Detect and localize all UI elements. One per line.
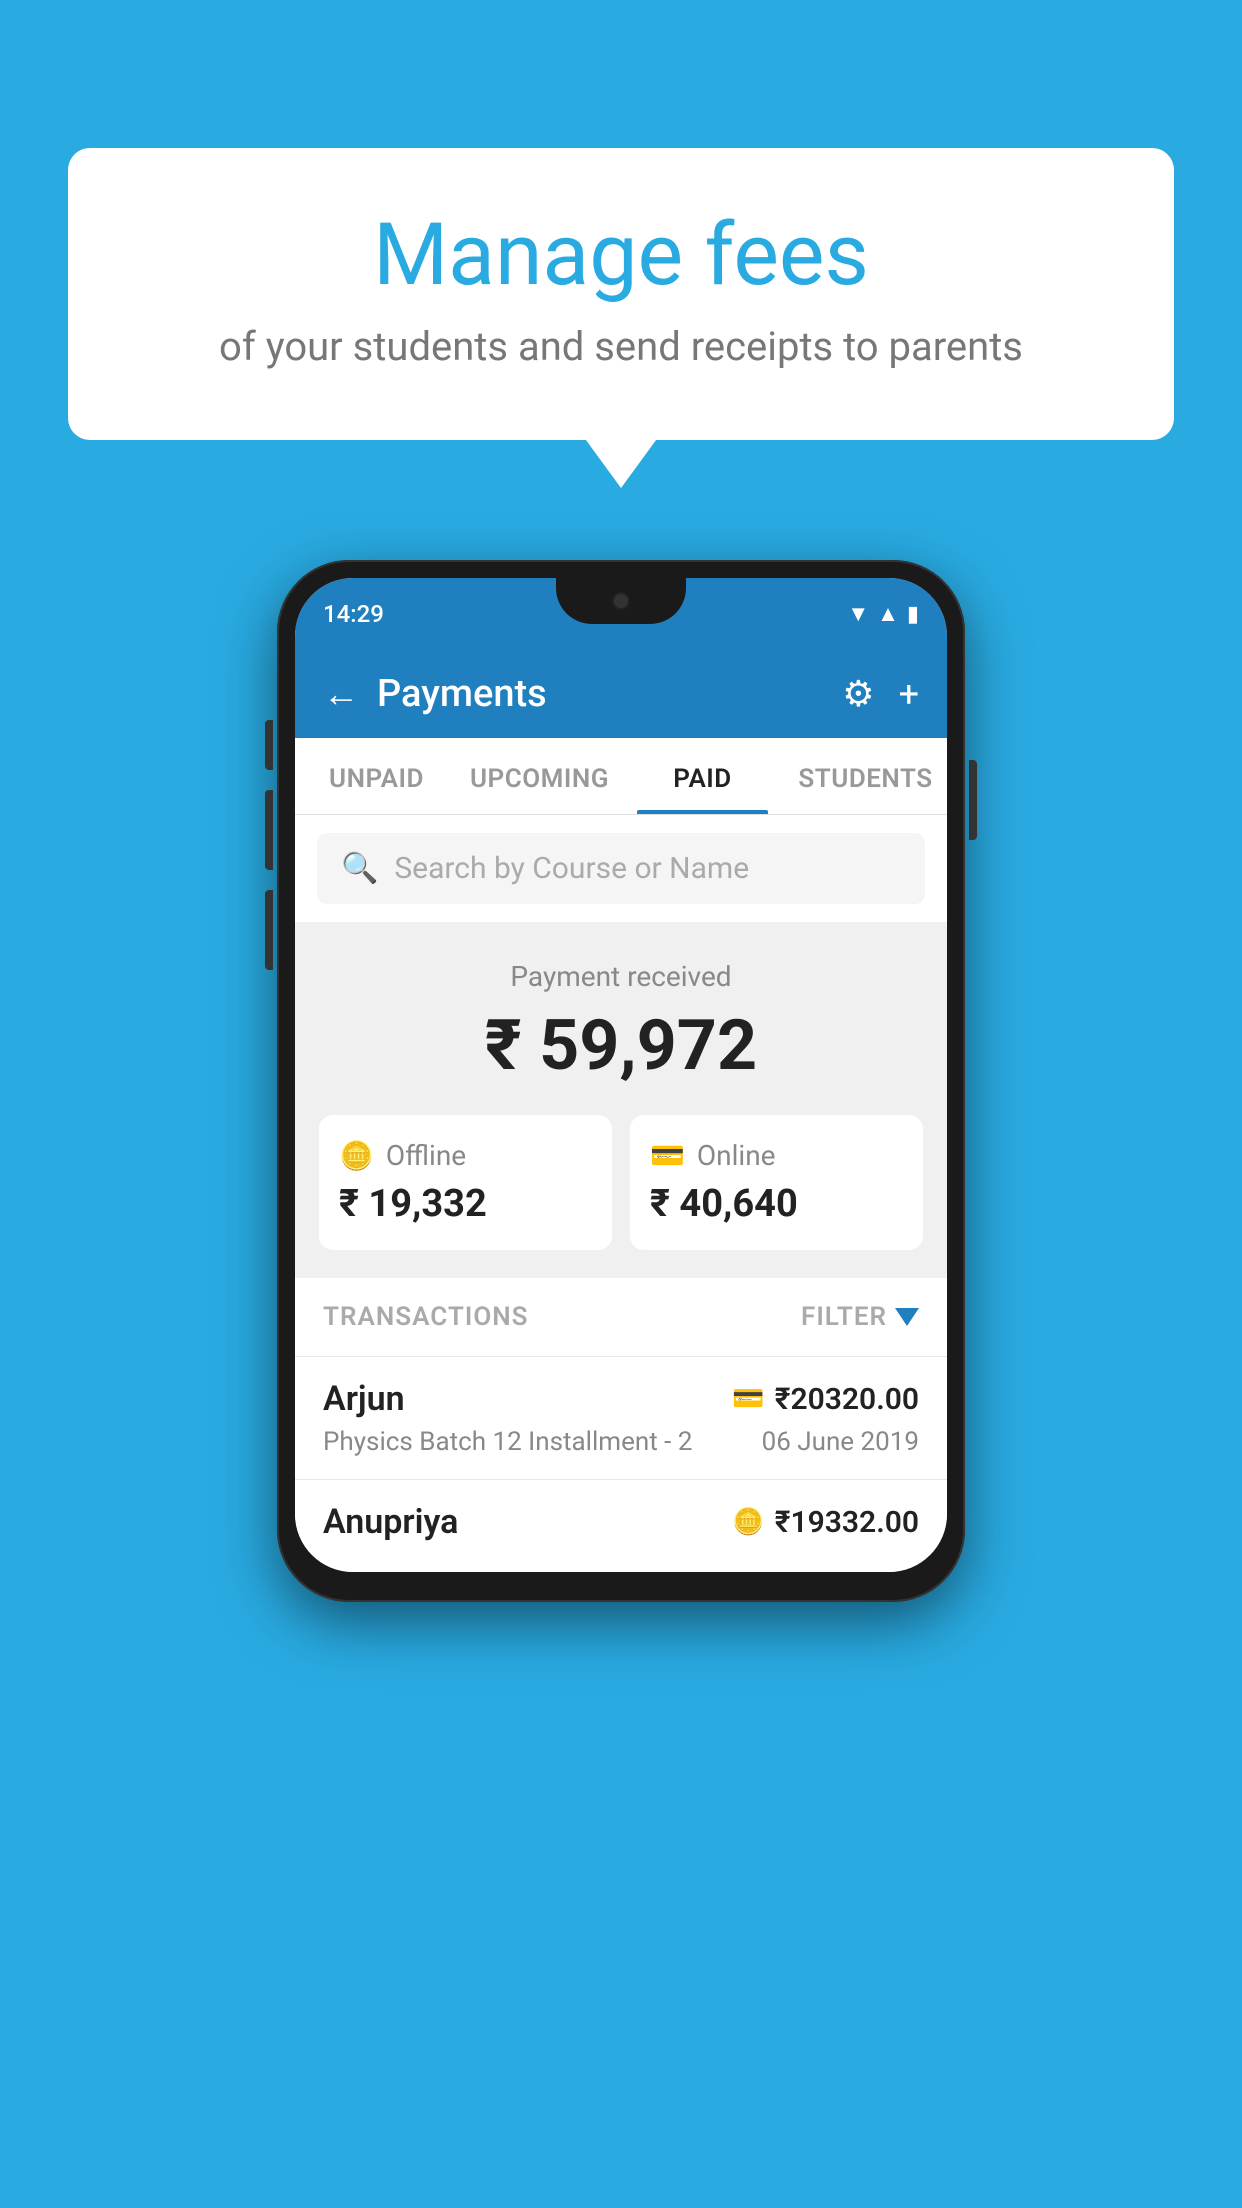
transaction-row-2[interactable]: Anupriya 🪙 ₹19332.00 [295,1479,947,1572]
filter-icon [895,1308,919,1326]
side-button-left-3 [265,890,273,970]
offline-payment-icon-2: 🪙 [732,1507,764,1537]
tab-students[interactable]: STUDENTS [784,738,947,814]
header-title: Payments [377,672,547,716]
transaction-right-2: 🪙 ₹19332.00 [732,1505,919,1540]
tabs-bar: UNPAID UPCOMING PAID STUDENTS [295,738,947,815]
payment-received-label: Payment received [319,960,923,993]
online-card: 💳 Online ₹ 40,640 [630,1115,923,1250]
course-info-1: Physics Batch 12 Installment - 2 [323,1427,692,1457]
offline-amount: ₹ 19,332 [339,1182,592,1226]
phone-wrapper: 14:29 ▼ ▲ ▮ ← Payments [277,560,965,1602]
notch [556,578,686,624]
side-button-left-1 [265,720,273,770]
transaction-right-1: 💳 ₹20320.00 [732,1382,919,1417]
camera [612,592,630,610]
side-button-left-2 [265,790,273,870]
offline-card-header: 🪙 Offline [339,1139,592,1172]
signal-icon: ▲ [877,601,899,627]
transaction-bottom-1: Physics Batch 12 Installment - 2 06 June… [323,1427,919,1457]
header-left: ← Payments [323,672,547,716]
header-right: ⚙ + [842,673,919,715]
transaction-amount-2: ₹19332.00 [775,1505,919,1540]
transactions-header: TRANSACTIONS FILTER [295,1278,947,1356]
payment-cards: 🪙 Offline ₹ 19,332 💳 Online ₹ 40,640 [319,1115,923,1250]
transactions-label: TRANSACTIONS [323,1302,529,1332]
online-card-header: 💳 Online [650,1139,903,1172]
search-box[interactable]: 🔍 Search by Course or Name [317,833,925,904]
app-header: ← Payments ⚙ + [295,650,947,738]
offline-card: 🪙 Offline ₹ 19,332 [319,1115,612,1250]
status-icons: ▼ ▲ ▮ [847,601,919,627]
speech-bubble: Manage fees of your students and send re… [68,148,1174,440]
transaction-top-2: Anupriya 🪙 ₹19332.00 [323,1502,919,1542]
transaction-top-1: Arjun 💳 ₹20320.00 [323,1379,919,1419]
status-time: 14:29 [323,600,384,628]
transaction-amount-1: ₹20320.00 [775,1382,919,1417]
wifi-icon: ▼ [847,601,869,627]
back-button[interactable]: ← [323,673,359,715]
filter-button[interactable]: FILTER [801,1302,919,1332]
speech-bubble-title: Manage fees [118,208,1124,303]
online-amount: ₹ 40,640 [650,1182,903,1226]
online-label: Online [697,1139,776,1172]
payment-total-amount: ₹ 59,972 [319,1005,923,1087]
phone-screen: 14:29 ▼ ▲ ▮ ← Payments [295,578,947,1572]
transaction-row[interactable]: Arjun 💳 ₹20320.00 Physics Batch 12 Insta… [295,1356,947,1479]
offline-label: Offline [386,1139,466,1172]
card-payment-icon-1: 💳 [732,1384,764,1414]
phone-outer: 14:29 ▼ ▲ ▮ ← Payments [277,560,965,1602]
transaction-date-1: 06 June 2019 [762,1427,919,1457]
add-icon[interactable]: + [899,673,919,715]
speech-bubble-subtitle: of your students and send receipts to pa… [118,323,1124,370]
side-button-right [969,760,977,840]
student-name-2: Anupriya [323,1502,458,1542]
settings-icon[interactable]: ⚙ [842,673,874,715]
student-name-1: Arjun [323,1379,405,1419]
search-input[interactable]: Search by Course or Name [394,851,749,886]
tab-upcoming[interactable]: UPCOMING [458,738,621,814]
online-icon: 💳 [650,1139,685,1172]
offline-icon: 🪙 [339,1139,374,1172]
payment-summary: Payment received ₹ 59,972 🪙 Offline ₹ 19… [295,922,947,1278]
tab-paid[interactable]: PAID [621,738,784,814]
filter-label-text: FILTER [801,1302,887,1332]
search-container: 🔍 Search by Course or Name [295,815,947,922]
tab-unpaid[interactable]: UNPAID [295,738,458,814]
search-icon: 🔍 [341,851,378,886]
battery-icon: ▮ [907,602,919,627]
status-bar: 14:29 ▼ ▲ ▮ [295,578,947,650]
